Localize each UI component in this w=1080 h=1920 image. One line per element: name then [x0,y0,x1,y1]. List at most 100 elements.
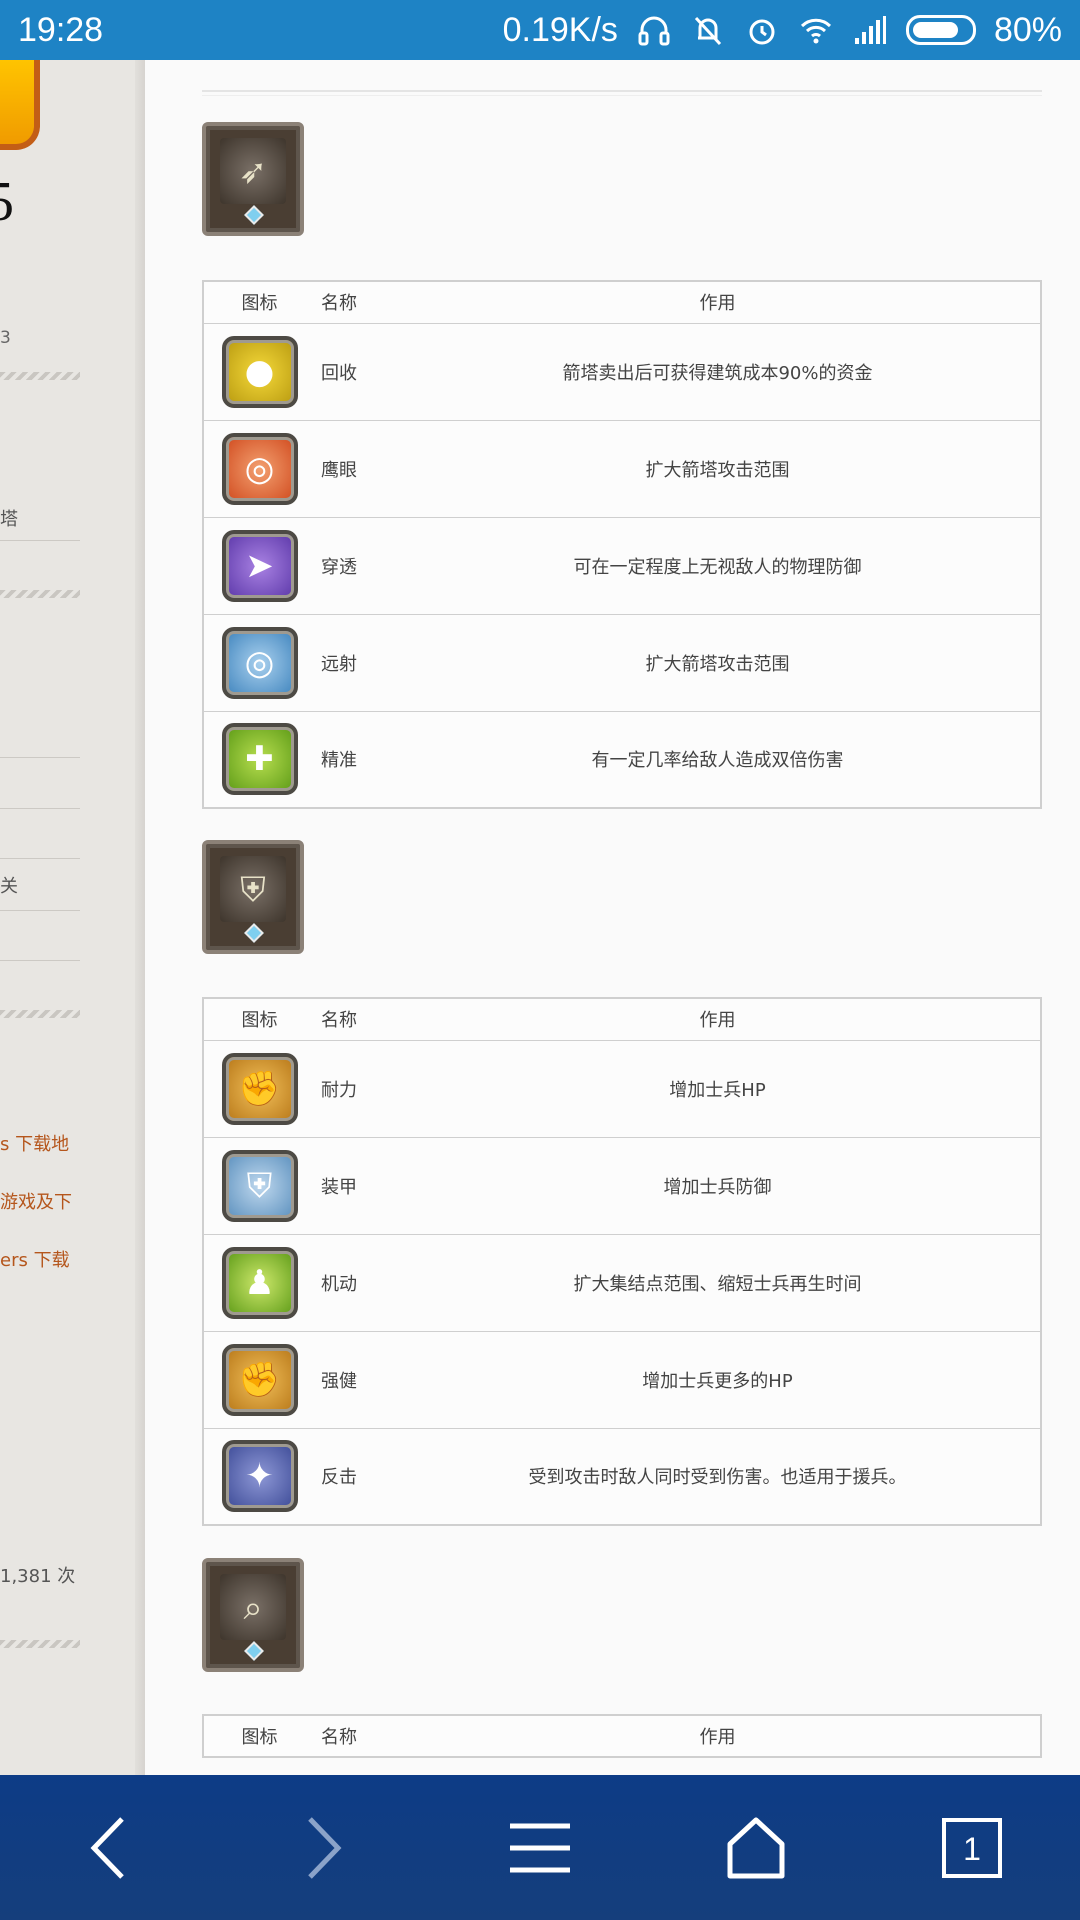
skill-name: 机动 [315,1233,395,1332]
sidebar-divider [0,540,80,541]
sidebar-divider [0,372,80,380]
sidebar-nav-item[interactable]: 塔 [0,505,18,531]
sidebar-link[interactable]: 游戏及下 [0,1188,72,1214]
skill-desc: 受到攻击时敌人同时受到伤害。也适用于援兵。 [395,1427,1041,1526]
battery-icon [905,15,976,45]
sidebar-divider [0,590,80,598]
arrow-tower-icon: ➶ [202,122,304,236]
coins-icon: ● [221,335,298,408]
table-row: ✊ 耐力 增加士兵HP [203,1039,1041,1138]
sidebar-divider [0,910,80,911]
skill-desc: 扩大箭塔攻击范围 [395,613,1041,712]
skill-desc: 有一定几率给敌人造成双倍伤害 [395,710,1041,809]
menu-icon [510,1823,570,1872]
view-count: 1,381 次 [0,1566,76,1587]
forward-icon [308,1816,342,1879]
column-header-icon: 图标 [203,1714,315,1758]
status-time: 19:28 [18,10,104,49]
table-row: ✚ 精准 有一定几率给敌人造成双倍伤害 [203,710,1041,809]
sidebar-divider [0,1010,80,1018]
soldier-icon: ♟ [221,1246,298,1319]
home-icon [727,1817,785,1878]
mute-notification-icon [694,16,722,46]
sidebar-link[interactable]: s 下载地 [0,1130,69,1156]
skills-table: 图标 名称 作用 ✊ 耐力 增加士兵HP ⛨ 装甲 增加士兵防御 ♟ 机动 扩大… [202,997,1042,1526]
wifi-icon [800,18,831,44]
table-row: ◎ 远射 扩大箭塔攻击范围 [203,613,1041,712]
target-icon: ◎ [221,432,298,505]
tabs-icon: 1 [942,1817,1002,1878]
sidebar-link[interactable]: ers 下载 [0,1246,70,1272]
sidebar-divider [0,960,80,961]
column-header-icon: 图标 [203,997,315,1041]
skill-desc: 增加士兵更多的HP [395,1330,1041,1429]
battery-percent: 80% [993,10,1062,49]
signal-icon [854,16,886,44]
sidebar-title-fragment: 5 [0,171,14,233]
table-row: ✊ 强健 增加士兵更多的HP [203,1330,1041,1429]
battery-level-fill [912,22,958,38]
table-row: ◎ 鹰眼 扩大箭塔攻击范围 [203,419,1041,518]
table-row: ➤ 穿透 可在一定程度上无视敌人的物理防御 [203,516,1041,615]
skill-name: 回收 [315,322,395,421]
table-header-row: 图标 名称 作用 [203,997,1041,1041]
column-header-icon: 图标 [203,280,315,324]
muscle-icon: ✊ [221,1052,298,1125]
main-content: ➶ 图标 名称 作用 ● 回收 箭塔卖出后可获得建筑成本90%的资金 ◎ 鹰眼 … [145,60,1080,1775]
browser-bottom-nav: 1 [0,1775,1080,1920]
magnifier-tower-icon: ⌕ [202,1558,304,1672]
skill-name: 鹰眼 [315,419,395,518]
table-row: ⛨ 装甲 增加士兵防御 [203,1136,1041,1235]
section-divider [202,95,1042,96]
skill-name: 装甲 [315,1136,395,1235]
skills-table: 图标 名称 作用 [202,1714,1042,1758]
site-logo[interactable] [0,60,40,150]
sidebar-divider [0,757,80,758]
skill-name: 穿透 [315,516,395,615]
table-header-row: 图标 名称 作用 [203,1714,1041,1758]
forward-button[interactable] [269,1793,379,1903]
table-row: ✦ 反击 受到攻击时敌人同时受到伤害。也适用于援兵。 [203,1427,1041,1526]
column-header-name: 名称 [315,997,395,1041]
skills-table: 图标 名称 作用 ● 回收 箭塔卖出后可获得建筑成本90%的资金 ◎ 鹰眼 扩大… [202,280,1042,809]
column-header-name: 名称 [315,280,395,324]
skill-name: 精准 [315,710,395,809]
skill-name: 耐力 [315,1039,395,1138]
crossbow-apple-icon: ✚ [221,723,298,796]
muscle-strong-icon: ✊ [221,1343,298,1416]
sidebar-edge [135,60,145,1775]
tab-count: 1 [963,1831,981,1867]
tabs-button[interactable]: 1 [917,1793,1027,1903]
sidebar-nav-item[interactable]: 关 [0,872,18,898]
back-icon [90,1816,124,1879]
skill-desc: 可在一定程度上无视敌人的物理防御 [395,516,1041,615]
skill-desc: 箭塔卖出后可获得建筑成本90%的资金 [395,322,1041,421]
section-divider [202,90,1042,92]
armor-shield-icon: ⛨ [221,1149,298,1222]
column-header-desc: 作用 [395,1714,1041,1758]
home-button[interactable] [701,1793,811,1903]
sidebar-divider [0,858,80,859]
status-bar: 19:28 0.19K/s 80% [0,0,1080,60]
skill-desc: 扩大箭塔攻击范围 [395,419,1041,518]
skill-name: 远射 [315,613,395,712]
alarm-icon [749,19,775,45]
skill-desc: 增加士兵防御 [395,1136,1041,1235]
table-header-row: 图标 名称 作用 [203,280,1041,324]
sidebar-divider [0,1640,80,1648]
back-button[interactable] [53,1793,163,1903]
skill-desc: 增加士兵HP [395,1039,1041,1138]
counter-attack-icon: ✦ [221,1440,298,1513]
table-row: ♟ 机动 扩大集结点范围、缩短士兵再生时间 [203,1233,1041,1332]
column-header-desc: 作用 [395,280,1041,324]
skill-name: 反击 [315,1427,395,1526]
column-header-name: 名称 [315,1714,395,1758]
target-blue-icon: ◎ [221,626,298,699]
net-speed: 0.19K/s [502,10,618,49]
skill-name: 强健 [315,1330,395,1429]
column-header-desc: 作用 [395,997,1041,1041]
table-row: ● 回收 箭塔卖出后可获得建筑成本90%的资金 [203,322,1041,421]
sidebar-divider [0,808,80,809]
sidebar: 5 3 塔 关 s 下载地 游戏及下 ers 下载 1,381 次 [0,60,145,1775]
menu-button[interactable] [485,1793,595,1903]
